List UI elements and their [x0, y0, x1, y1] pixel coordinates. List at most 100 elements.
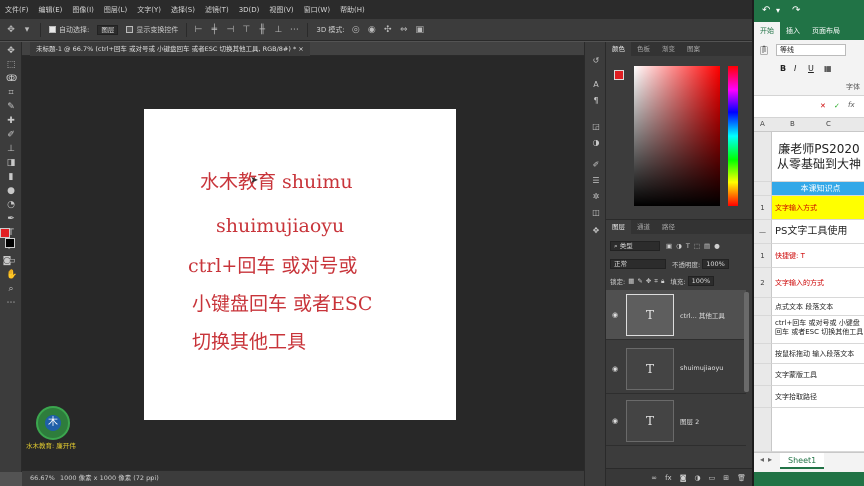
menu-edit[interactable]: 编辑(E)	[34, 5, 68, 15]
layer-name-2[interactable]: 图层 2	[680, 416, 699, 426]
align-right-icon[interactable]: ⊣	[225, 25, 235, 35]
3d-slide-icon[interactable]: ⇔	[399, 25, 409, 35]
3d-pan-icon[interactable]: ✣	[383, 25, 393, 35]
layer-row-1[interactable]: ◉ T shuimujiaoyu	[606, 344, 746, 394]
menu-filter[interactable]: 滤镜(T)	[200, 5, 234, 15]
tab-swatches[interactable]: 色板	[631, 42, 656, 56]
menu-3d[interactable]: 3D(D)	[234, 6, 265, 14]
paragraph-icon[interactable]: ¶	[591, 96, 601, 106]
brush-settings-icon[interactable]: ✐	[591, 160, 601, 170]
menu-image[interactable]: 图像(I)	[67, 5, 99, 15]
zoom-tool-icon[interactable]: ⌕	[6, 284, 16, 294]
hue-slider[interactable]	[728, 66, 738, 206]
document-size[interactable]: 1000 像素 x 1000 像素 (72 ppi)	[60, 471, 159, 485]
3d-roll-icon[interactable]: ◉	[367, 25, 377, 35]
paste-icon[interactable]: 📋︎	[758, 46, 769, 56]
eye-icon[interactable]: ◉	[612, 311, 618, 319]
close-icon[interactable]: ×	[298, 45, 303, 53]
lock-move-icon[interactable]: ✥	[646, 277, 651, 285]
adjustment-layer-icon[interactable]: ◑	[695, 474, 701, 482]
3d-scale-icon[interactable]: ▣	[415, 25, 425, 35]
row-header[interactable]	[754, 408, 772, 452]
tab-home[interactable]: 开始	[754, 22, 780, 40]
row-header[interactable]	[754, 132, 772, 182]
pen-tool-icon[interactable]: ✒	[6, 214, 16, 224]
lock-all-icon[interactable]: 🔒︎	[661, 277, 664, 286]
clone-source-icon[interactable]: ✲	[591, 192, 601, 202]
document-canvas[interactable]: 水木教育 shuimu ➤ shuimujiaoyu ctrl+回车 或对号或 …	[144, 109, 456, 420]
healing-tool-icon[interactable]: ✚	[6, 116, 16, 126]
highlight-cell[interactable]: 文字输入方式	[772, 196, 864, 220]
layer-row-2[interactable]: ◉ T 图层 2	[606, 396, 746, 446]
eye-icon[interactable]: ◉	[612, 365, 618, 373]
row-header[interactable]	[754, 182, 772, 196]
crop-tool-icon[interactable]: ⌗	[6, 88, 16, 98]
glyphs-icon[interactable]: ◫	[591, 208, 601, 218]
eyedropper-tool-icon[interactable]: ✎	[6, 102, 16, 112]
group-icon[interactable]: ▭	[709, 474, 716, 482]
character-icon[interactable]: A	[591, 80, 601, 90]
move-tool-icon[interactable]: ✥	[6, 46, 16, 56]
italic-button[interactable]: I	[794, 64, 796, 73]
menu-file[interactable]: 文件(F)	[0, 5, 34, 15]
menu-layer[interactable]: 图层(L)	[99, 5, 132, 15]
menu-view[interactable]: 视图(V)	[264, 5, 298, 15]
canvas-text-line5[interactable]: 切换其他工具	[192, 327, 306, 354]
trash-icon[interactable]: 🗑︎	[737, 474, 746, 482]
column-header-c[interactable]: C	[826, 120, 831, 128]
properties-icon[interactable]: ◲	[591, 122, 601, 132]
filter-type-icon[interactable]: T	[686, 242, 690, 250]
blend-mode-dropdown[interactable]: 正常	[610, 259, 666, 269]
3d-orbit-icon[interactable]: ◎	[351, 25, 361, 35]
tab-patterns[interactable]: 图案	[681, 42, 706, 56]
borders-icon[interactable]: ▦	[824, 64, 832, 73]
hand-tool-icon[interactable]: ✋	[6, 270, 17, 280]
list-item[interactable]: 文字蒙版工具	[772, 364, 864, 386]
new-layer-icon[interactable]: ⊞	[723, 474, 729, 482]
row-header[interactable]	[754, 364, 772, 386]
tab-page-layout[interactable]: 页面布局	[806, 22, 846, 40]
menu-window[interactable]: 窗口(W)	[299, 5, 335, 15]
lock-artboard-icon[interactable]: ⌗	[654, 277, 658, 286]
zoom-level[interactable]: 66.67%	[30, 471, 55, 485]
align-middle-icon[interactable]: ╫	[257, 25, 267, 35]
auto-select-dropdown[interactable]: 图层	[97, 24, 119, 35]
row-header[interactable]	[754, 386, 772, 408]
canvas-area[interactable]: 水木教育 shuimu ➤ shuimujiaoyu ctrl+回车 或对号或 …	[22, 56, 584, 470]
blur-tool-icon[interactable]: ●	[6, 186, 16, 196]
gradient-tool-icon[interactable]: ▮	[6, 172, 16, 182]
lock-pixels-icon[interactable]: ▦	[628, 277, 634, 285]
filter-adjust-icon[interactable]: ◑	[676, 242, 682, 250]
filter-smart-icon[interactable]: ▤	[704, 242, 710, 250]
checkbox-box[interactable]	[49, 26, 56, 33]
chevron-right-icon[interactable]: ›	[150, 471, 153, 485]
auto-select-checkbox[interactable]: 自动选择:	[49, 25, 89, 35]
chevron-left-icon[interactable]: ◂	[760, 455, 764, 464]
opacity-input[interactable]: 100%	[702, 259, 729, 269]
mask-icon[interactable]: ◙	[680, 474, 687, 482]
list-item[interactable]: 快捷键: T	[772, 244, 864, 268]
subtitle-cell[interactable]: PS文字工具使用	[772, 220, 864, 244]
function-icon[interactable]: fx	[848, 101, 855, 109]
layer-filter-dropdown[interactable]: ⌕ 类型	[610, 241, 660, 251]
foreground-color-swatch[interactable]	[614, 70, 624, 80]
menu-help[interactable]: 帮助(H)	[335, 5, 370, 15]
layer-row-0[interactable]: ◉ T ctrl... 其他工具	[606, 290, 746, 340]
chevron-down-icon[interactable]: ▾	[776, 6, 780, 15]
underline-button[interactable]: U	[808, 64, 814, 73]
link-icon[interactable]: ∞	[651, 474, 657, 482]
marquee-tool-icon[interactable]: ⬚	[6, 60, 16, 70]
filter-toggle-icon[interactable]: ●	[714, 242, 720, 250]
menu-type[interactable]: 文字(Y)	[132, 5, 166, 15]
spreadsheet-grid[interactable]: 廉老师PS2020从零基础到大神 本课知识点 1 文字输入方式 — PS文字工具…	[754, 132, 864, 452]
adjustments-icon[interactable]: ◑	[591, 138, 601, 148]
styles-icon[interactable]: ✥	[591, 226, 601, 236]
list-item[interactable]: 文字拾取路径	[772, 386, 864, 408]
empty-cell[interactable]	[772, 408, 864, 452]
row-header[interactable]: —	[754, 220, 772, 244]
canvas-text-line2[interactable]: shuimujiaoyu	[216, 215, 344, 237]
align-top-icon[interactable]: ⊤	[241, 25, 251, 35]
align-center-icon[interactable]: ╪	[209, 25, 219, 35]
list-item[interactable]: 文字输入的方式	[772, 268, 864, 298]
section-header-cell[interactable]: 本课知识点	[772, 182, 864, 196]
